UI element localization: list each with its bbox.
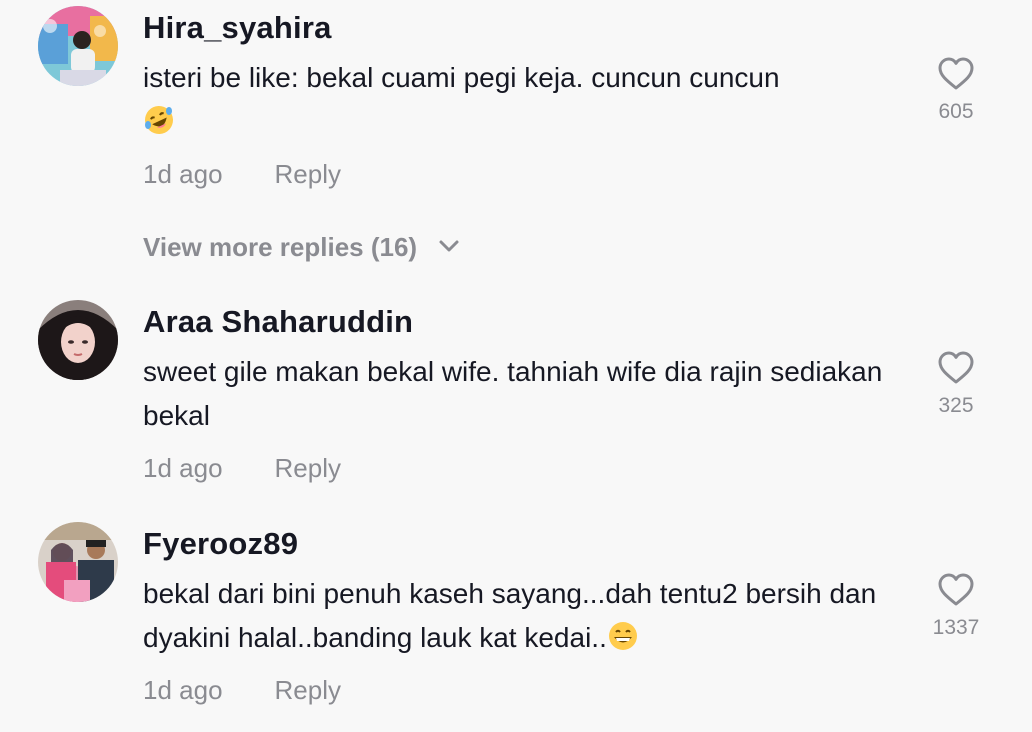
comment-list: Hira_syahira isteri be like: bekal cuami… bbox=[0, 0, 1032, 732]
avatar[interactable] bbox=[38, 522, 118, 602]
like-control: 1337 bbox=[916, 572, 996, 640]
rolling-on-floor-laughing-emoji bbox=[145, 106, 173, 134]
like-control: 605 bbox=[916, 56, 996, 124]
comment-meta: 1d ago Reply bbox=[143, 159, 341, 190]
grinning-face-emoji bbox=[608, 622, 637, 650]
reply-button[interactable]: Reply bbox=[275, 453, 341, 483]
like-count: 325 bbox=[938, 394, 974, 417]
reply-button[interactable]: Reply bbox=[275, 159, 341, 189]
comment-meta: 1d ago Reply bbox=[143, 675, 341, 706]
view-more-replies-label: View more replies (16) bbox=[143, 232, 418, 262]
username[interactable]: Hira_syahira bbox=[143, 10, 332, 46]
like-control: 325 bbox=[916, 350, 996, 418]
like-count: 605 bbox=[938, 100, 974, 123]
comment-text: sweet gile makan bekal wife. tahniah wif… bbox=[143, 350, 883, 438]
timestamp: 1d ago bbox=[143, 453, 223, 483]
avatar[interactable] bbox=[38, 6, 118, 86]
comment-text-content: sweet gile makan bekal wife. tahniah wif… bbox=[143, 356, 883, 431]
chevron-down-icon bbox=[439, 240, 459, 252]
avatar[interactable] bbox=[38, 300, 118, 380]
comment-text-content: bekal dari bini penuh kaseh sayang...dah… bbox=[143, 578, 877, 653]
timestamp: 1d ago bbox=[143, 675, 223, 705]
heart-outline-icon[interactable] bbox=[937, 350, 975, 386]
heart-outline-icon[interactable] bbox=[937, 56, 975, 92]
comment-text-content: isteri be like: bekal cuami pegi keja. c… bbox=[143, 62, 780, 93]
view-more-replies-button[interactable]: View more replies (16) bbox=[143, 232, 460, 263]
comment-text: bekal dari bini penuh kaseh sayang...dah… bbox=[143, 572, 883, 660]
timestamp: 1d ago bbox=[143, 159, 223, 189]
username[interactable]: Fyerooz89 bbox=[143, 526, 298, 562]
heart-outline-icon[interactable] bbox=[937, 572, 975, 608]
comment-meta: 1d ago Reply bbox=[143, 453, 341, 484]
username[interactable]: Araa Shaharuddin bbox=[143, 304, 413, 340]
reply-button[interactable]: Reply bbox=[275, 675, 341, 705]
comment-text: isteri be like: bekal cuami pegi keja. c… bbox=[143, 56, 883, 144]
like-count: 1337 bbox=[932, 616, 980, 639]
